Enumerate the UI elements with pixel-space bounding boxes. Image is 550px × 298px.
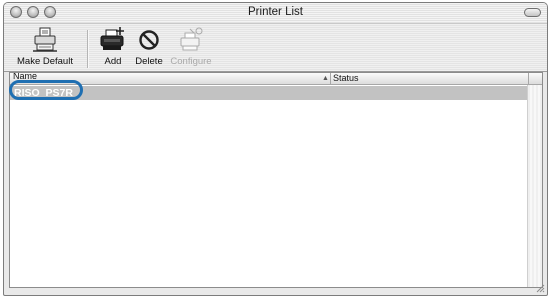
status-column-header[interactable]: Status (333, 73, 359, 84)
toolbar-toggle-icon[interactable] (524, 8, 541, 17)
make-default-label: Make Default (17, 56, 73, 67)
column-divider[interactable] (330, 73, 331, 84)
add-button[interactable]: Add (98, 26, 128, 70)
make-default-button[interactable]: Make Default (12, 26, 78, 70)
configure-label: Configure (170, 56, 212, 67)
title-bar[interactable]: Printer List (4, 3, 547, 24)
table-header: Name ▲ Status (10, 73, 542, 85)
window-title: Printer List (248, 6, 303, 18)
printer-list-window: Printer List Make Default Add Delete Con… (3, 2, 548, 296)
selection-highlight-callout (9, 80, 83, 100)
delete-button[interactable]: Delete (132, 26, 166, 70)
column-divider (528, 73, 529, 84)
delete-label: Delete (135, 56, 163, 67)
sort-ascending-icon[interactable]: ▲ (322, 75, 329, 82)
delete-circle-icon (139, 30, 159, 50)
printer-list-table[interactable]: Name ▲ Status RISO_PS7R (9, 72, 543, 288)
add-label: Add (104, 56, 122, 67)
printer-add-icon (100, 27, 124, 50)
vertical-scrollbar[interactable] (527, 85, 542, 287)
configure-button[interactable]: Configure (168, 26, 214, 70)
printer-configure-icon (180, 27, 203, 51)
resize-grip-icon[interactable] (535, 283, 545, 293)
table-row[interactable]: RISO_PS7R (10, 86, 528, 100)
toolbar: Make Default Add Delete Configure (4, 24, 547, 72)
printer-default-icon (33, 27, 57, 52)
toolbar-separator (87, 30, 89, 68)
